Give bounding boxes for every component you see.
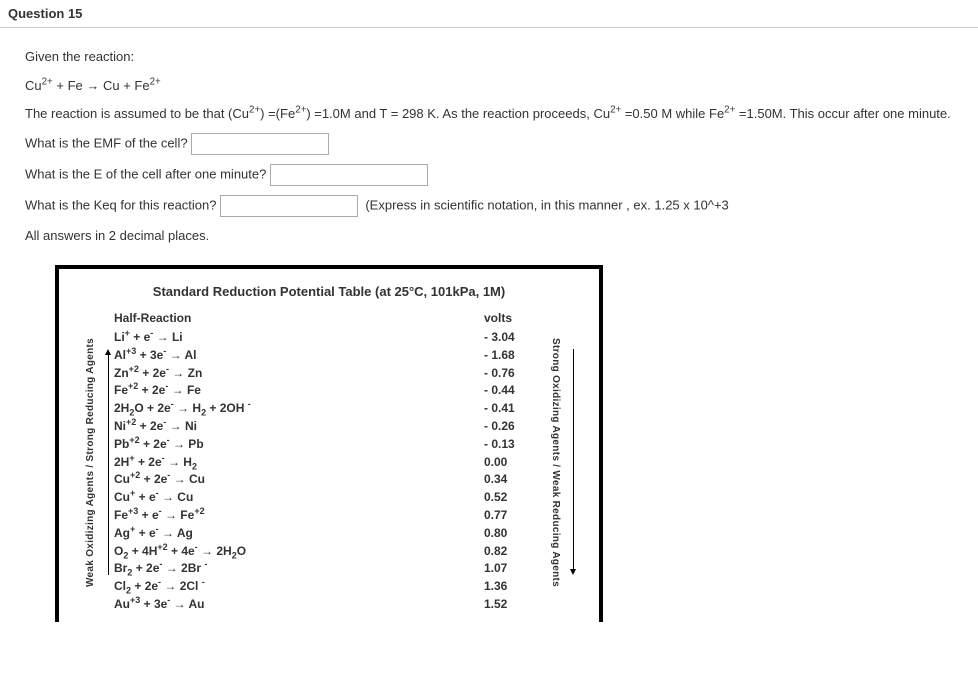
question-e-minute: What is the E of the cell after one minu…	[25, 164, 953, 186]
emf-input[interactable]	[191, 133, 329, 155]
question-content: Given the reaction: Cu2+ + Fe → Cu + Fe2…	[0, 28, 978, 632]
table-row: Fe+2 + 2e- → Fe- 0.44	[114, 382, 544, 399]
half-reaction-cell: Cl2 + 2e- → 2Cl -	[114, 578, 484, 595]
volts-cell: 1.36	[484, 578, 544, 595]
table-row: Cu+2 + 2e- → Cu0.34	[114, 471, 544, 488]
volts-cell: - 3.04	[484, 329, 544, 346]
half-reaction-header: Half-Reaction	[114, 311, 484, 325]
decimal-note: All answers in 2 decimal places.	[25, 226, 953, 246]
half-reaction-cell: O2 + 4H+2 + 4e- → 2H2O	[114, 543, 484, 560]
half-reaction-cell: Al+3 + 3e- → Al	[114, 347, 484, 364]
table-row: Br2 + 2e- → 2Br -1.07	[114, 560, 544, 577]
given-label: Given the reaction:	[25, 47, 953, 67]
q3-note: (Express in scientific notation, in this…	[365, 197, 728, 212]
half-reaction-cell: Zn+2 + 2e- → Zn	[114, 365, 484, 382]
table-row: Pb+2 + 2e- → Pb- 0.13	[114, 436, 544, 453]
volts-cell: - 1.68	[484, 347, 544, 364]
half-reaction-cell: Cu+ + e- → Cu	[114, 489, 484, 506]
reduction-potential-table: Standard Reduction Potential Table (at 2…	[55, 265, 603, 622]
half-reaction-cell: Au+3 + 3e- → Au	[114, 596, 484, 613]
reactions-list: Half-Reaction volts Li+ + e- → Li- 3.04A…	[114, 311, 544, 614]
volts-cell: - 0.44	[484, 382, 544, 399]
half-reaction-cell: 2H2O + 2e- → H2 + 2OH -	[114, 400, 484, 417]
table-row: 2H2O + 2e- → H2 + 2OH -- 0.41	[114, 400, 544, 417]
table-row: Li+ + e- → Li- 3.04	[114, 329, 544, 346]
q2-label: What is the E of the cell after one minu…	[25, 166, 266, 181]
volts-cell: - 0.13	[484, 436, 544, 453]
table-row: Au+3 + 3e- → Au1.52	[114, 596, 544, 613]
left-arrow-icon	[102, 311, 114, 614]
q1-label: What is the EMF of the cell?	[25, 135, 188, 150]
volts-cell: 0.80	[484, 525, 544, 542]
left-axis-label: Weak Oxidizing Agents / Strong Reducing …	[79, 311, 102, 614]
table-row: 2H+ + 2e- → H20.00	[114, 454, 544, 471]
half-reaction-cell: Ni+2 + 2e- → Ni	[114, 418, 484, 435]
assumption-text: The reaction is assumed to be that (Cu2+…	[25, 104, 953, 124]
volts-cell: 1.52	[484, 596, 544, 613]
table-row: Fe+3 + e- → Fe+20.77	[114, 507, 544, 524]
table-row: Ni+2 + 2e- → Ni- 0.26	[114, 418, 544, 435]
volts-cell: - 0.41	[484, 400, 544, 417]
volts-cell: 0.34	[484, 471, 544, 488]
keq-input[interactable]	[220, 195, 358, 217]
table-row: Cu+ + e- → Cu0.52	[114, 489, 544, 506]
table-row: Cl2 + 2e- → 2Cl -1.36	[114, 578, 544, 595]
volts-cell: - 0.26	[484, 418, 544, 435]
volts-cell: 0.82	[484, 543, 544, 560]
half-reaction-cell: Ag+ + e- → Ag	[114, 525, 484, 542]
right-arrow-icon	[567, 311, 579, 614]
q3-label: What is the Keq for this reaction?	[25, 197, 216, 212]
volts-cell: - 0.76	[484, 365, 544, 382]
half-reaction-cell: Br2 + 2e- → 2Br -	[114, 560, 484, 577]
volts-cell: 0.00	[484, 454, 544, 471]
half-reaction-cell: Fe+2 + 2e- → Fe	[114, 382, 484, 399]
table-title: Standard Reduction Potential Table (at 2…	[79, 284, 579, 299]
half-reaction-cell: Fe+3 + e- → Fe+2	[114, 507, 484, 524]
volts-cell: 0.77	[484, 507, 544, 524]
right-axis-label: Strong Oxidizing Agents / Weak Reducing …	[544, 311, 567, 614]
table-row: Zn+2 + 2e- → Zn- 0.76	[114, 365, 544, 382]
half-reaction-cell: Cu+2 + 2e- → Cu	[114, 471, 484, 488]
reaction-equation: Cu2+ + Fe → Cu + Fe2+	[25, 76, 953, 96]
table-row: Ag+ + e- → Ag0.80	[114, 525, 544, 542]
question-keq: What is the Keq for this reaction? (Expr…	[25, 195, 953, 217]
volts-cell: 0.52	[484, 489, 544, 506]
e-minute-input[interactable]	[270, 164, 428, 186]
half-reaction-cell: Pb+2 + 2e- → Pb	[114, 436, 484, 453]
question-emf: What is the EMF of the cell?	[25, 133, 953, 155]
table-row: Al+3 + 3e- → Al- 1.68	[114, 347, 544, 364]
half-reaction-cell: Li+ + e- → Li	[114, 329, 484, 346]
table-row: O2 + 4H+2 + 4e- → 2H2O0.82	[114, 543, 544, 560]
volts-header: volts	[484, 311, 544, 325]
half-reaction-cell: 2H+ + 2e- → H2	[114, 454, 484, 471]
volts-cell: 1.07	[484, 560, 544, 577]
question-header: Question 15	[0, 0, 978, 28]
